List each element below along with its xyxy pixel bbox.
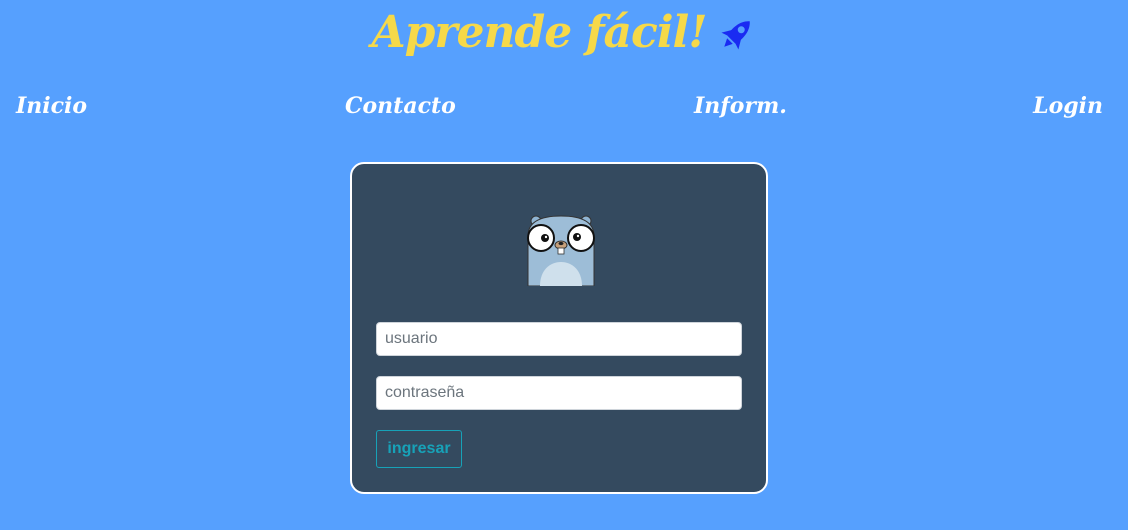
rocket-icon: [717, 14, 757, 54]
login-submit-button[interactable]: ingresar: [376, 430, 462, 468]
main-nav: Inicio Contacto Inform. Login: [0, 86, 1128, 126]
gopher-mascot-icon: [526, 214, 596, 287]
nav-item-contacto[interactable]: Contacto: [345, 86, 456, 126]
username-input[interactable]: [376, 322, 742, 356]
nav-item-inform[interactable]: Inform.: [694, 86, 787, 126]
nav-item-login[interactable]: Login: [1033, 86, 1103, 126]
password-input[interactable]: [376, 376, 742, 410]
nav-item-inicio[interactable]: Inicio: [16, 86, 87, 126]
login-card: ingresar: [350, 162, 768, 494]
site-title: Aprende fácil!: [371, 7, 707, 58]
site-header: Aprende fácil!: [0, 2, 1128, 64]
